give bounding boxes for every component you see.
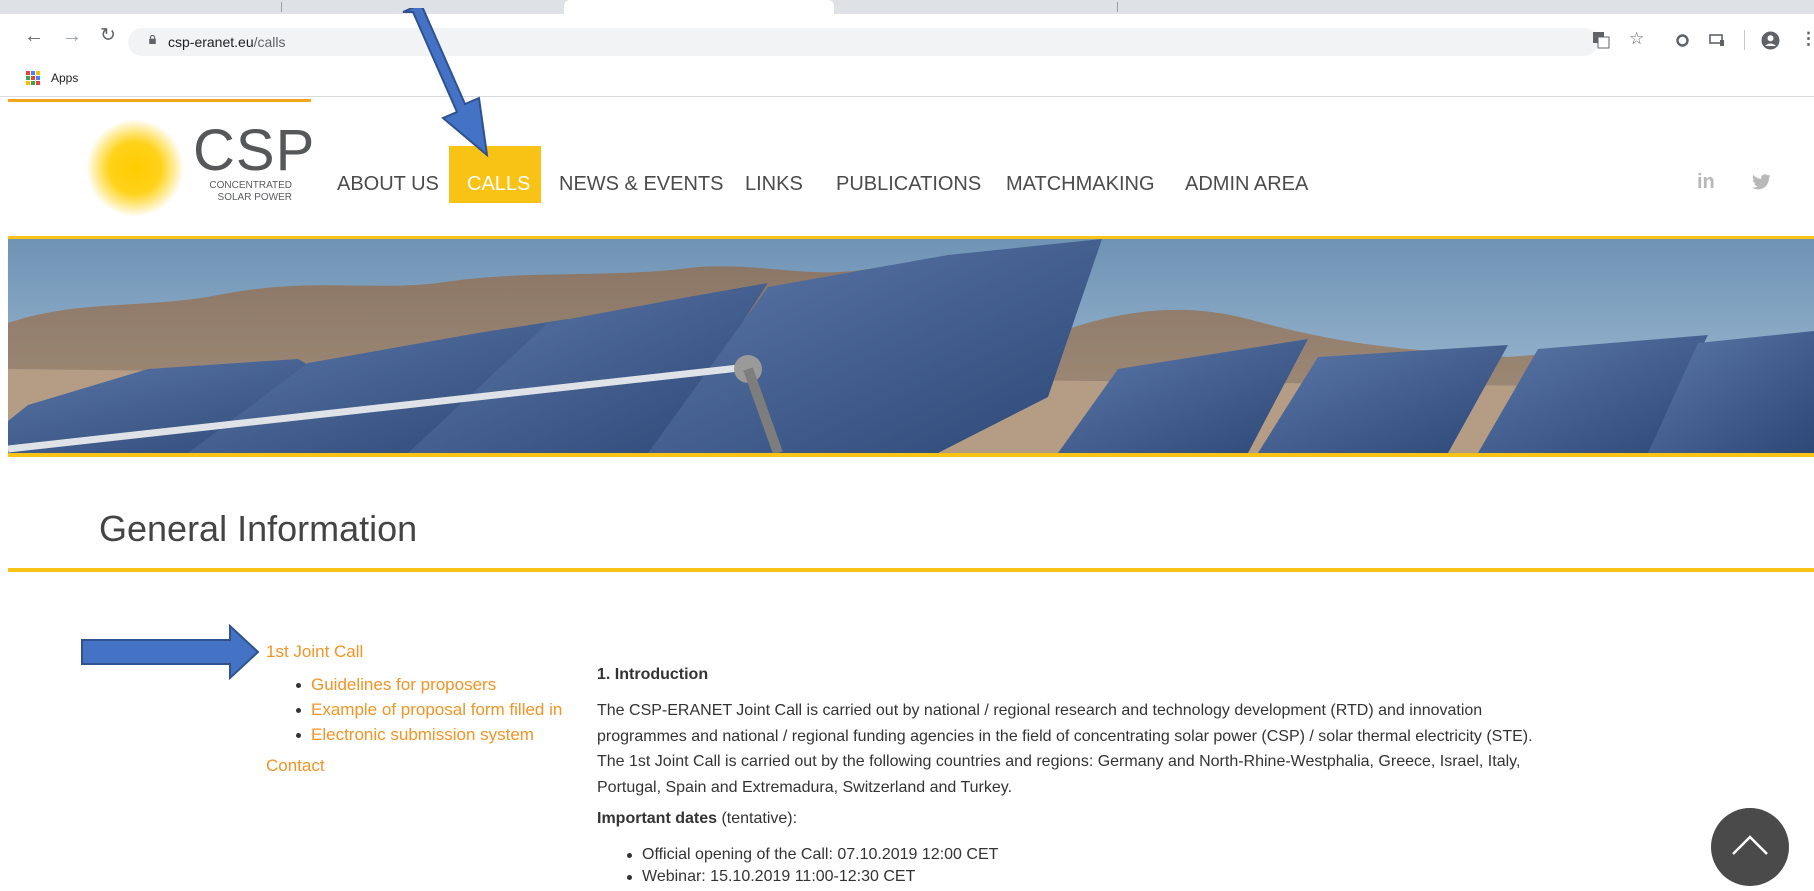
chevron-up-icon (1732, 835, 1768, 855)
page-title: General Information (99, 508, 418, 549)
lock-icon[interactable] (148, 35, 157, 44)
tab-divider (1117, 2, 1118, 12)
browser-tab[interactable] (836, 0, 1116, 14)
linkedin-icon[interactable]: in (1697, 171, 1715, 194)
intro-paragraph: The CSP-ERANET Joint Call is carried out… (597, 702, 1533, 796)
annotation-arrow-right-icon (81, 623, 260, 681)
annotation-arrow-down-icon (402, 8, 489, 158)
sidebar-item-submission-system[interactable]: Electronic submission system (296, 723, 566, 747)
sidebar: 1st Joint Call Guidelines for proposers … (266, 641, 566, 777)
important-dates-suffix: (tentative): (717, 810, 798, 827)
forward-arrow-icon[interactable]: → (62, 26, 82, 46)
header-accent-line (8, 99, 311, 102)
url-text[interactable]: csp-eranet.eu/calls (168, 34, 286, 50)
toolbar-divider (1744, 30, 1745, 50)
apps-bookmark[interactable]: Apps (51, 71, 78, 85)
important-dates-label: Important dates (597, 810, 718, 827)
main-content: 1. Introduction The CSP-ERANET Joint Cal… (597, 666, 1557, 888)
sun-logo-icon (87, 120, 183, 216)
browser-tab[interactable] (0, 0, 280, 14)
date-item: Official opening of the Call: 07.10.2019… (627, 844, 1557, 866)
twitter-icon[interactable] (1751, 174, 1772, 191)
logo-subtitle: CONCENTRATED SOLAR POWER (196, 180, 292, 204)
browser-tab-strip (0, 0, 1814, 14)
important-dates-line: Important dates (tentative): (597, 810, 1557, 828)
apps-grid-icon[interactable] (26, 71, 40, 85)
title-divider (8, 568, 1814, 572)
dates-list: Official opening of the Call: 07.10.2019… (597, 844, 1557, 888)
bookmark-star-icon[interactable]: ☆ (1629, 30, 1644, 48)
bookmarks-bar (0, 66, 1814, 97)
url-host: csp-eranet.eu (168, 34, 254, 50)
translate-icon[interactable] (1592, 31, 1610, 49)
reload-icon[interactable]: ↻ (100, 26, 116, 46)
date-item: Webinar: 15.10.2019 11:00-12:30 CET (627, 866, 1557, 888)
address-bar[interactable] (128, 28, 1598, 56)
banner-image (8, 239, 1814, 453)
logo-subtitle-line: CONCENTRATED (209, 180, 292, 191)
nav-admin-area[interactable]: ADMIN AREA (1185, 172, 1308, 196)
nav-calls[interactable]: CALLS (467, 172, 530, 196)
logo-subtitle-line: SOLAR POWER (217, 192, 292, 203)
back-to-top-button[interactable] (1711, 808, 1789, 886)
sidebar-sublist: Guidelines for proposers Example of prop… (266, 673, 566, 747)
section-heading: 1. Introduction (597, 666, 709, 683)
nav-news-events[interactable]: NEWS & EVENTS (559, 172, 723, 196)
logo-wordmark: CSP (193, 118, 316, 183)
url-path: /calls (253, 34, 286, 50)
banner-bottom-border (8, 453, 1814, 457)
menu-kebab-icon[interactable]: ⋮ (1800, 30, 1814, 48)
account-icon[interactable] (1761, 31, 1780, 50)
cast-icon[interactable] (1709, 34, 1725, 47)
extension-circle-icon[interactable] (1676, 34, 1689, 47)
nav-matchmaking[interactable]: MATCHMAKING (1006, 172, 1155, 196)
sidebar-item-guidelines[interactable]: Guidelines for proposers (296, 673, 566, 697)
nav-publications[interactable]: PUBLICATIONS (836, 172, 981, 196)
sidebar-item-example-proposal[interactable]: Example of proposal form filled in (296, 698, 566, 722)
back-arrow-icon[interactable]: ← (24, 26, 44, 46)
sidebar-link-contact[interactable]: Contact (266, 755, 566, 777)
browser-tab-active[interactable] (564, 0, 834, 14)
sidebar-link-1st-joint-call[interactable]: 1st Joint Call (266, 641, 566, 663)
nav-links[interactable]: LINKS (745, 172, 803, 196)
nav-about-us[interactable]: ABOUT US (337, 172, 439, 196)
